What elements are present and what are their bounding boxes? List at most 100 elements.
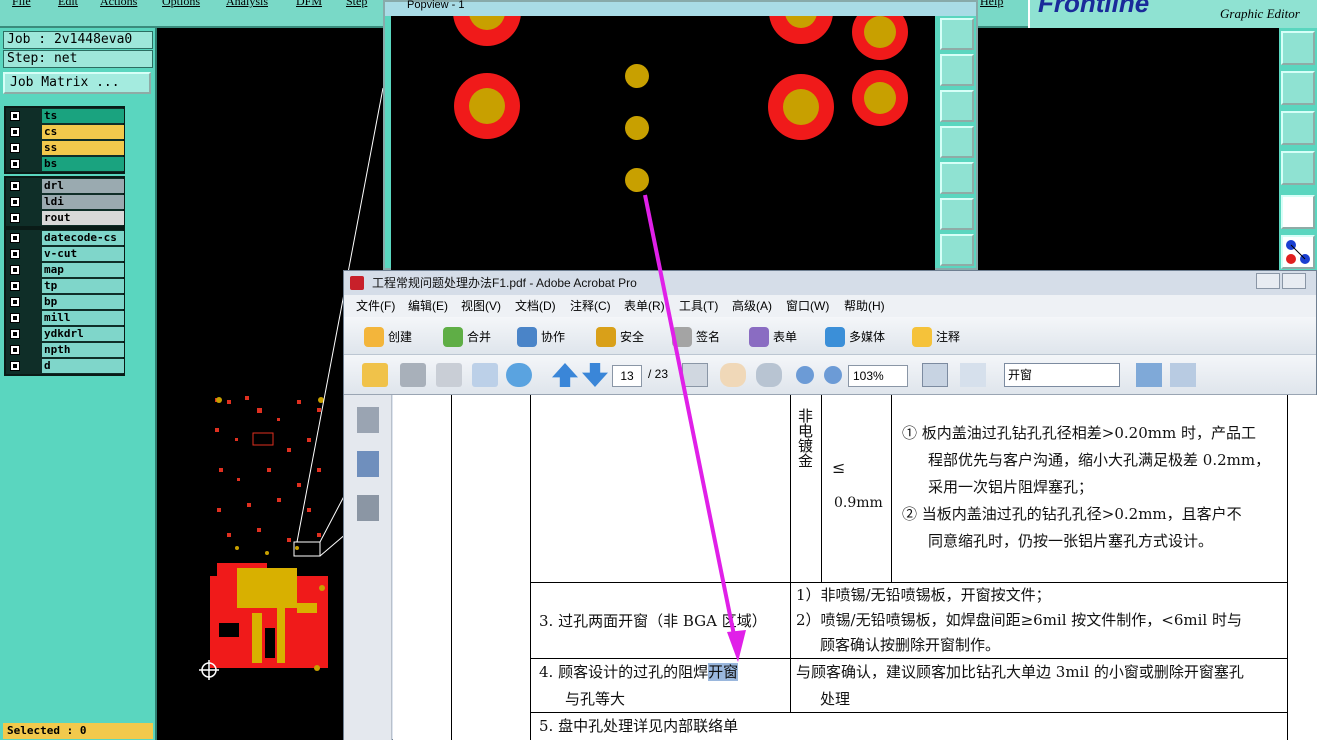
window-title: 工程常规问题处理办法F1.pdf - Adobe Acrobat Pro (372, 276, 637, 290)
find-previous-icon[interactable] (1136, 363, 1162, 387)
layer-checkbox[interactable] (10, 159, 20, 169)
open-folder-icon[interactable] (362, 363, 388, 387)
pan-left-button[interactable] (1281, 71, 1315, 105)
layer-checkbox[interactable] (10, 181, 20, 191)
menu-analysis[interactable]: Analysis (226, 0, 268, 9)
zoom-tool-icon[interactable] (756, 363, 782, 387)
pop-center-button[interactable] (940, 234, 974, 266)
menu-window-cn[interactable]: 窗口(W) (786, 295, 829, 317)
pop-right-button[interactable] (940, 162, 974, 194)
layer-checkbox[interactable] (10, 127, 20, 137)
pop-left-button[interactable] (940, 126, 974, 158)
snap-toggle-button[interactable] (1281, 195, 1315, 229)
layer-row-rout[interactable]: rout (6, 210, 124, 226)
menu-document-cn[interactable]: 文档(D) (515, 295, 556, 317)
print-icon[interactable] (400, 363, 426, 387)
menu-view-cn[interactable]: 视图(V) (461, 295, 501, 317)
layer-checkbox[interactable] (10, 345, 20, 355)
view-toolbar (1279, 28, 1317, 273)
menu-dfm[interactable]: DFM (296, 0, 322, 9)
pop-down-button[interactable] (940, 90, 974, 122)
layer-row-drl[interactable]: drl (6, 178, 124, 194)
layer-row-cs[interactable]: cs (6, 124, 124, 140)
fit-width-icon[interactable] (922, 363, 948, 387)
minimize-button[interactable] (1256, 273, 1280, 289)
hand-tool-icon[interactable] (720, 363, 746, 387)
layer-checkbox[interactable] (10, 213, 20, 223)
popview-canvas[interactable] (391, 16, 935, 272)
fit-page-icon[interactable] (960, 363, 986, 387)
layer-name: bp (42, 295, 124, 309)
layer-name: npth (42, 343, 124, 357)
layer-checkbox[interactable] (10, 111, 20, 121)
zoom-home-button[interactable] (1281, 31, 1315, 65)
layer-checkbox[interactable] (10, 233, 20, 243)
layer-row-npth[interactable]: npth (6, 342, 124, 358)
menu-tools-cn[interactable]: 工具(T) (679, 295, 718, 317)
layer-checkbox[interactable] (10, 361, 20, 371)
fit-view-button[interactable] (1281, 111, 1315, 145)
find-next-icon[interactable] (1170, 363, 1196, 387)
menu-actions[interactable]: Actions (100, 0, 137, 9)
search-input[interactable]: 开窗 (1004, 363, 1120, 387)
layer-checkbox[interactable] (10, 249, 20, 259)
menu-edit[interactable]: Edit (58, 0, 78, 9)
measure-tool-button[interactable] (1281, 151, 1315, 185)
menu-comment-cn[interactable]: 注释(C) (570, 295, 611, 317)
pop-up-button[interactable] (940, 54, 974, 86)
restore-button[interactable] (1282, 273, 1306, 289)
layer-row-ts[interactable]: ts (6, 108, 124, 124)
select-tool-icon[interactable] (682, 363, 708, 387)
layer-swatch (25, 195, 41, 209)
table-col-blank (451, 395, 531, 740)
menu-help[interactable]: Help (980, 0, 1003, 9)
menu-step[interactable]: Step (346, 0, 367, 9)
note-line: ② 当板内盖油过孔的钻孔孔径>0.2mm，且客户不 (902, 505, 1242, 523)
pages-icon[interactable] (357, 407, 379, 433)
layer-row-tp[interactable]: tp (6, 278, 124, 294)
save-icon[interactable] (436, 363, 462, 387)
next-page-icon[interactable] (582, 363, 608, 387)
zoom-in-icon[interactable] (824, 366, 842, 384)
previous-page-icon[interactable] (552, 363, 578, 387)
layer-row-ldi[interactable]: ldi (6, 194, 124, 210)
layer-row-bs[interactable]: bs (6, 156, 124, 172)
menu-forms-cn[interactable]: 表单(R) (624, 295, 665, 317)
note-line: 采用一次铝片阻焊塞孔； (928, 478, 1094, 496)
zoom-out-icon[interactable] (796, 366, 814, 384)
page-number-input[interactable]: 13 (612, 365, 642, 387)
netlist-button[interactable] (1281, 235, 1315, 269)
layer-row-ss[interactable]: ss (6, 140, 124, 156)
layer-row-map[interactable]: map (6, 262, 124, 278)
layer-checkbox[interactable] (10, 197, 20, 207)
layer-checkbox[interactable] (10, 143, 20, 153)
menu-advanced-cn[interactable]: 高级(A) (732, 295, 772, 317)
layer-checkbox[interactable] (10, 329, 20, 339)
layer-row-datecode-cs[interactable]: datecode-cs (6, 230, 124, 246)
menu-help-cn[interactable]: 帮助(H) (844, 295, 885, 317)
document-page[interactable]: 非电镀金 ≤ 0.9mm ① 板内盖油过孔钻孔孔径相差>0.20mm 时，产品工… (393, 395, 1317, 740)
pop-fit-button[interactable] (940, 198, 974, 230)
layer-row-mill[interactable]: mill (6, 310, 124, 326)
signatures-icon[interactable] (357, 495, 379, 521)
layer-checkbox[interactable] (10, 281, 20, 291)
menu-file-cn[interactable]: 文件(F) (356, 295, 395, 317)
layer-checkbox[interactable] (10, 313, 20, 323)
page-total: / 23 (648, 367, 669, 381)
zoom-level-input[interactable]: 103% (848, 365, 908, 387)
layer-row-v-cut[interactable]: v-cut (6, 246, 124, 262)
menu-file[interactable]: File (12, 0, 31, 9)
layer-row-ydkdrl[interactable]: ydkdrl (6, 326, 124, 342)
job-matrix-button[interactable]: Job Matrix ... (3, 72, 151, 94)
task-toolbar: 创建 合并 协作 安全 签名 表单 多媒体 注释 (344, 317, 1316, 355)
layer-row-d[interactable]: d (6, 358, 124, 374)
web-icon[interactable] (506, 363, 532, 387)
menu-edit-cn[interactable]: 编辑(E) (408, 295, 448, 317)
menu-options[interactable]: Options (162, 0, 200, 9)
pop-zoom-button[interactable] (940, 18, 974, 50)
layer-checkbox[interactable] (10, 265, 20, 275)
email-icon[interactable] (472, 363, 498, 387)
layer-row-bp[interactable]: bp (6, 294, 124, 310)
bookmarks-icon[interactable] (357, 451, 379, 477)
layer-checkbox[interactable] (10, 297, 20, 307)
